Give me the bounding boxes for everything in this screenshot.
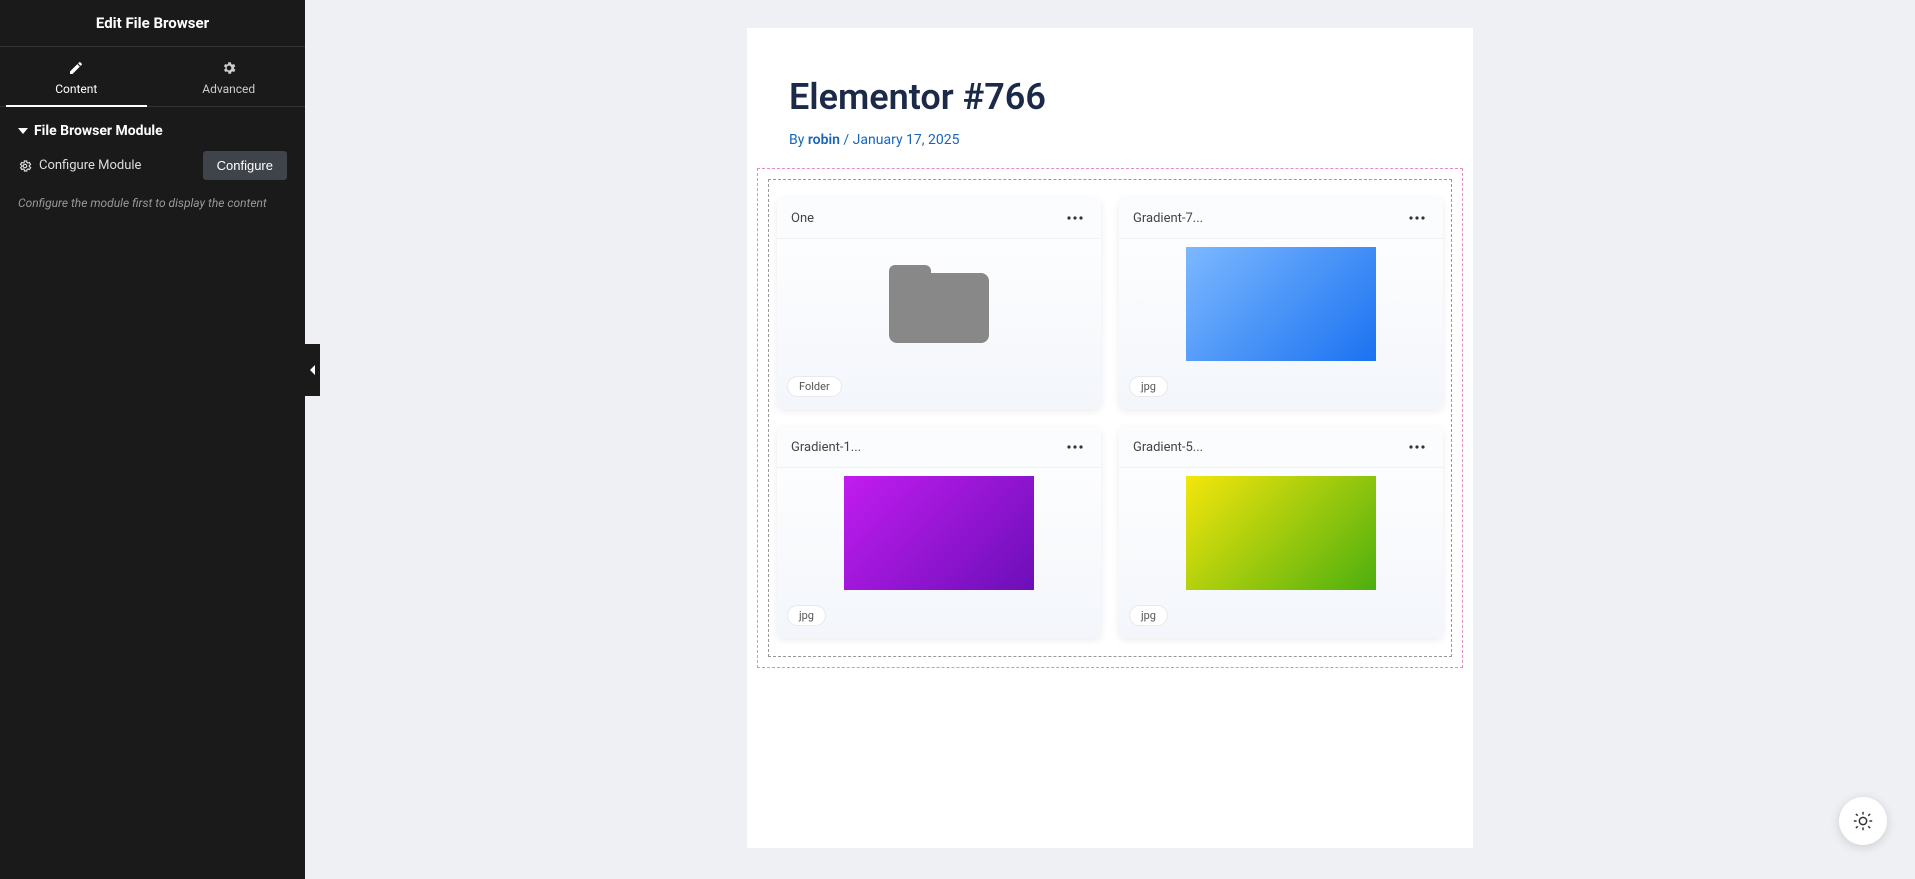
tab-advanced-label: Advanced	[153, 82, 306, 96]
configure-note: Configure the module first to display th…	[0, 190, 305, 216]
tab-content[interactable]: Content	[0, 47, 153, 106]
file-name: Gradient-7...	[1133, 211, 1203, 226]
more-icon	[1409, 216, 1425, 220]
file-type-tag: Folder	[787, 376, 842, 397]
configure-label-text: Configure Module	[39, 158, 141, 173]
more-icon	[1067, 216, 1083, 220]
file-preview	[777, 239, 1101, 369]
page-date: January 17, 2025	[853, 132, 960, 148]
file-name: One	[791, 211, 814, 226]
editor-sidebar: Edit File Browser Content Advanced File …	[0, 0, 305, 879]
page-title: Elementor #766	[747, 28, 1473, 118]
page-author[interactable]: robin	[808, 132, 840, 148]
gear-small-icon	[18, 159, 32, 173]
widget-selection-outline[interactable]: One Folder	[757, 168, 1463, 668]
pencil-icon	[68, 60, 84, 76]
image-thumbnail	[1186, 247, 1376, 361]
sidebar-tabs: Content Advanced	[0, 47, 305, 107]
file-footer: jpg	[1119, 598, 1443, 638]
gear-icon	[221, 60, 237, 76]
file-type-tag: jpg	[1129, 605, 1168, 626]
file-card-header: Gradient-5...	[1119, 427, 1443, 468]
more-menu-button[interactable]	[1405, 437, 1429, 457]
more-icon	[1409, 445, 1425, 449]
sun-icon	[1852, 810, 1874, 832]
more-icon	[1067, 445, 1083, 449]
file-card-header: Gradient-7...	[1119, 198, 1443, 239]
more-menu-button[interactable]	[1063, 208, 1087, 228]
file-grid: One Folder	[777, 198, 1443, 638]
file-preview	[1119, 239, 1443, 369]
file-browser-widget: One Folder	[768, 179, 1452, 657]
file-preview	[1119, 468, 1443, 598]
theme-toggle-button[interactable]	[1839, 797, 1887, 845]
file-name: Gradient-5...	[1133, 440, 1203, 455]
meta-sep: /	[840, 132, 853, 148]
file-card-image[interactable]: Gradient-1... jpg	[777, 427, 1101, 638]
page-card: Elementor #766 By robin / January 17, 20…	[747, 28, 1473, 848]
file-footer: Folder	[777, 369, 1101, 409]
file-card-image[interactable]: Gradient-5... jpg	[1119, 427, 1443, 638]
file-card-image[interactable]: Gradient-7... jpg	[1119, 198, 1443, 409]
editor-canvas: Elementor #766 By robin / January 17, 20…	[305, 0, 1915, 879]
file-type-tag: jpg	[787, 605, 826, 626]
page-meta: By robin / January 17, 2025	[747, 118, 1473, 148]
configure-row: Configure Module Configure	[0, 151, 305, 190]
folder-icon	[889, 265, 989, 343]
sidebar-title: Edit File Browser	[0, 0, 305, 47]
file-name: Gradient-1...	[791, 440, 861, 455]
configure-label: Configure Module	[18, 158, 141, 173]
image-thumbnail	[1186, 476, 1376, 590]
file-card-header: Gradient-1...	[777, 427, 1101, 468]
caret-down-icon	[18, 126, 28, 136]
tab-advanced[interactable]: Advanced	[153, 47, 306, 106]
by-prefix: By	[789, 132, 808, 148]
file-preview	[777, 468, 1101, 598]
more-menu-button[interactable]	[1063, 437, 1087, 457]
more-menu-button[interactable]	[1405, 208, 1429, 228]
configure-button[interactable]: Configure	[203, 151, 287, 180]
file-footer: jpg	[1119, 369, 1443, 409]
file-type-tag: jpg	[1129, 376, 1168, 397]
file-card-header: One	[777, 198, 1101, 239]
file-footer: jpg	[777, 598, 1101, 638]
tab-content-label: Content	[0, 82, 153, 96]
section-header[interactable]: File Browser Module	[0, 107, 305, 151]
image-thumbnail	[844, 476, 1034, 590]
file-card-folder[interactable]: One Folder	[777, 198, 1101, 409]
section-title: File Browser Module	[34, 123, 163, 139]
